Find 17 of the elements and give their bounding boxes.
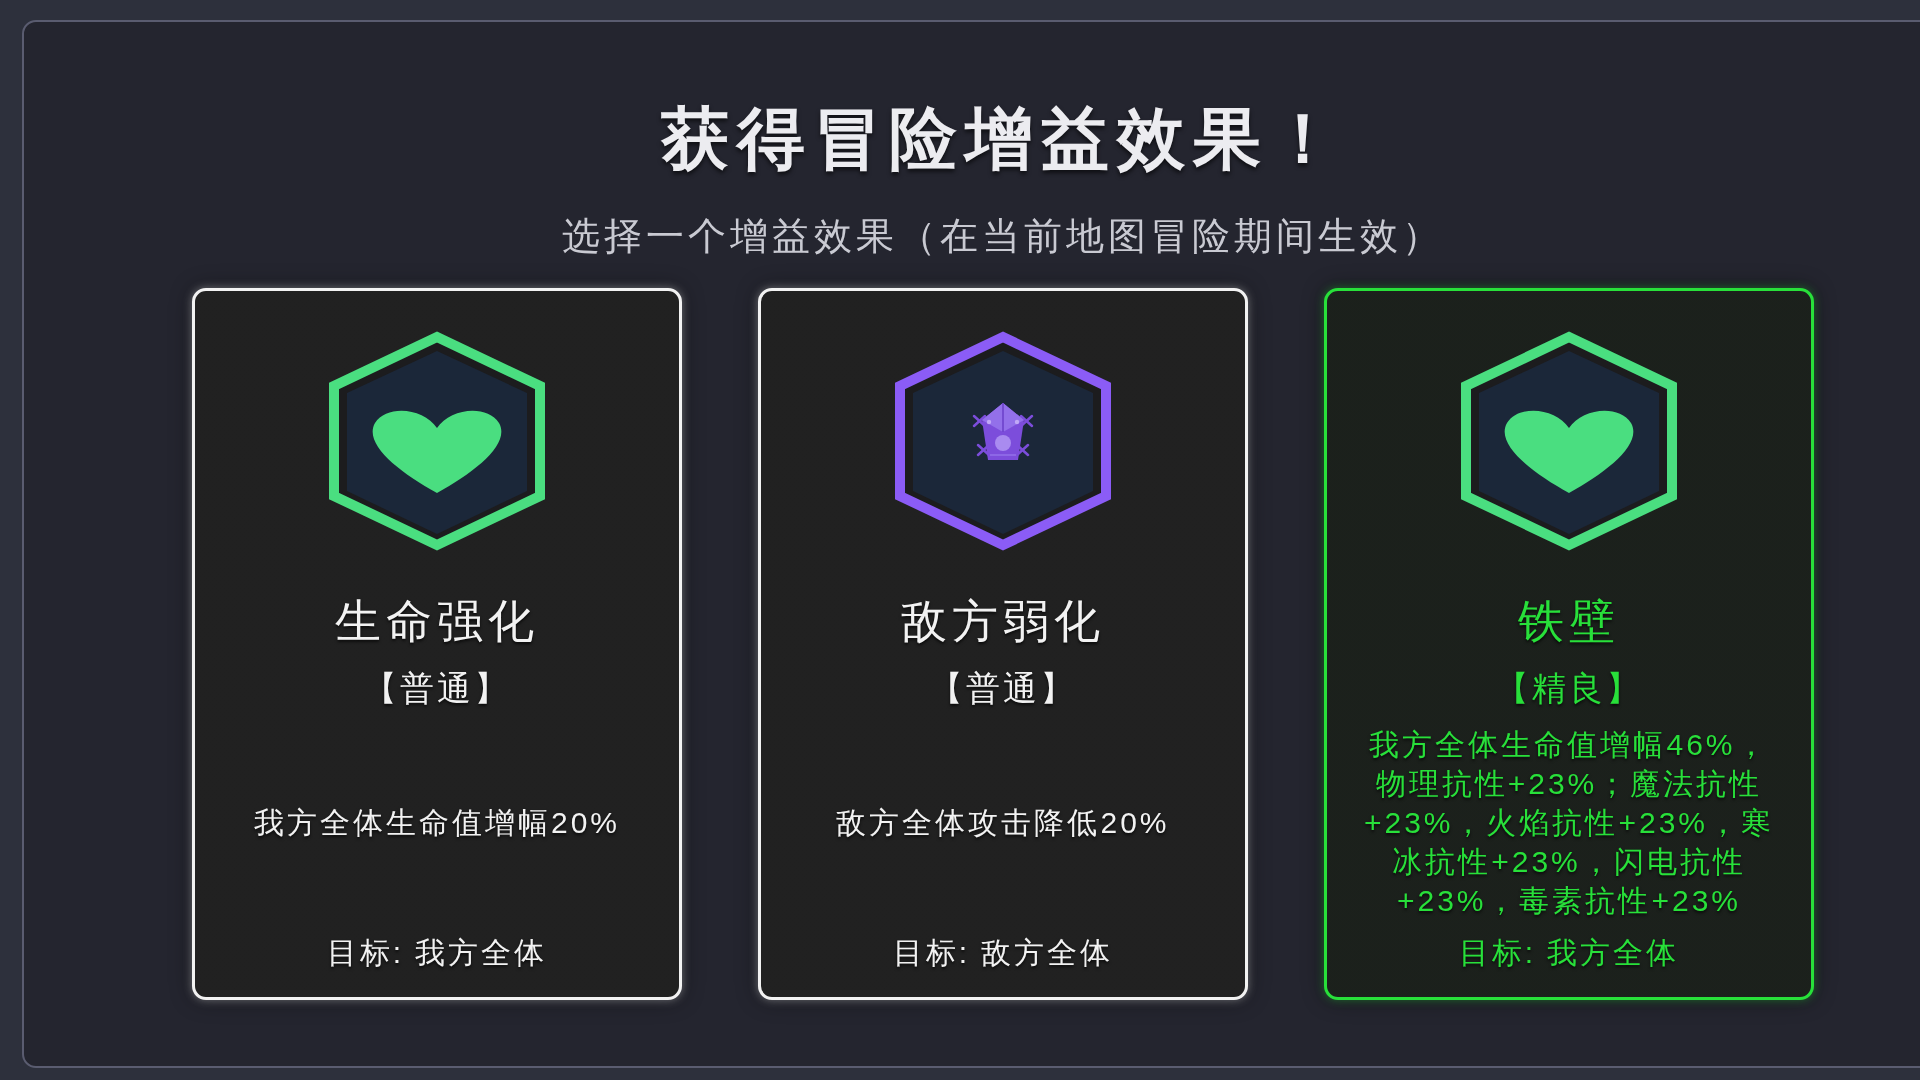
target-label: 目标: 敌方全体: [892, 935, 1114, 971]
rarity-label: 【普通】: [929, 668, 1077, 709]
target-label: 目标: 我方全体: [1458, 935, 1680, 971]
buff-name: 敌方弱化: [901, 594, 1105, 649]
buff-name: 生命强化: [335, 594, 539, 649]
buff-card[interactable]: 敌方弱化 【普通】 敌方全体攻击降低20% 目标: 敌方全体: [758, 288, 1248, 1000]
buff-card[interactable]: 生命强化 【普通】 我方全体生命值增幅20% 目标: 我方全体: [192, 288, 682, 1000]
rarity-label: 【精良】: [1495, 668, 1643, 709]
rarity-label: 【普通】: [363, 668, 511, 709]
buff-description: 敌方全体攻击降低20%: [835, 805, 1171, 841]
dialog-title: 获得冒险增益效果！: [661, 99, 1345, 178]
target-label: 目标: 我方全体: [326, 935, 548, 971]
buff-name: 铁壁: [1518, 594, 1620, 649]
buff-description: 我方全体生命值增幅20%: [252, 805, 621, 841]
buff-description: 我方全体生命值增幅46%，物理抗性+23%；魔法抗性+23%，火焰抗性+23%，寒冰抗性+23%，闪电抗性+23%，毒素抗性+23%: [1362, 727, 1776, 919]
buff-card[interactable]: 铁壁 【精良】 我方全体生命值增幅46%，物理抗性+23%；魔法抗性+23%，火焰抗性+23%，寒冰抗性+23%，闪电抗性+23%，毒素抗性+23% 目标: 我方全体: [1324, 288, 1814, 1000]
dialog-subtitle: 选择一个增益效果（在当前地图冒险期间生效）: [562, 214, 1444, 259]
